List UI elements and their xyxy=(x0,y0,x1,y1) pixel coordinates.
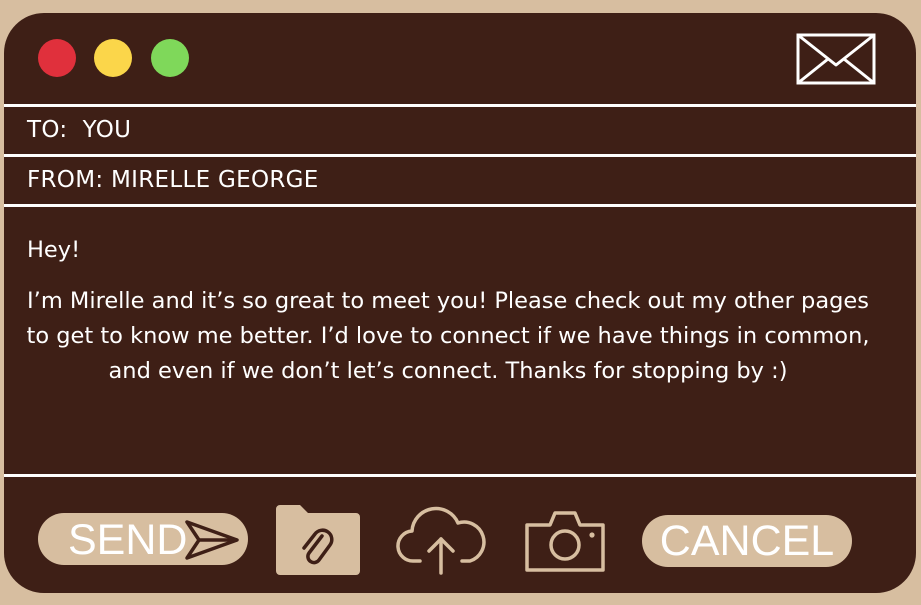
close-window-button[interactable] xyxy=(38,39,76,77)
cloud-upload-icon[interactable] xyxy=(396,503,488,575)
camera-icon[interactable] xyxy=(524,507,606,573)
message-body: I’m Mirelle and it’s so great to meet yo… xyxy=(26,288,870,384)
from-field: FROM: MIRELLE GEORGE xyxy=(27,167,319,193)
to-field: TO: YOU xyxy=(27,117,132,143)
minimize-window-button[interactable] xyxy=(94,39,132,77)
header-divider xyxy=(4,104,916,107)
email-window: TO: YOU FROM: MIRELLE GEORGE Hey! I’m Mi… xyxy=(4,13,916,593)
attach-file-button[interactable] xyxy=(272,501,362,577)
send-label: SEND xyxy=(68,516,188,564)
to-divider xyxy=(4,154,916,157)
message-greeting: Hey! xyxy=(27,237,81,263)
paper-plane-icon xyxy=(185,520,239,560)
toolbar-divider xyxy=(4,474,916,477)
from-divider xyxy=(4,204,916,207)
maximize-window-button[interactable] xyxy=(151,39,189,77)
envelope-icon xyxy=(796,33,876,85)
send-button[interactable]: SEND xyxy=(38,513,248,565)
cancel-button[interactable]: CANCEL xyxy=(642,515,852,567)
